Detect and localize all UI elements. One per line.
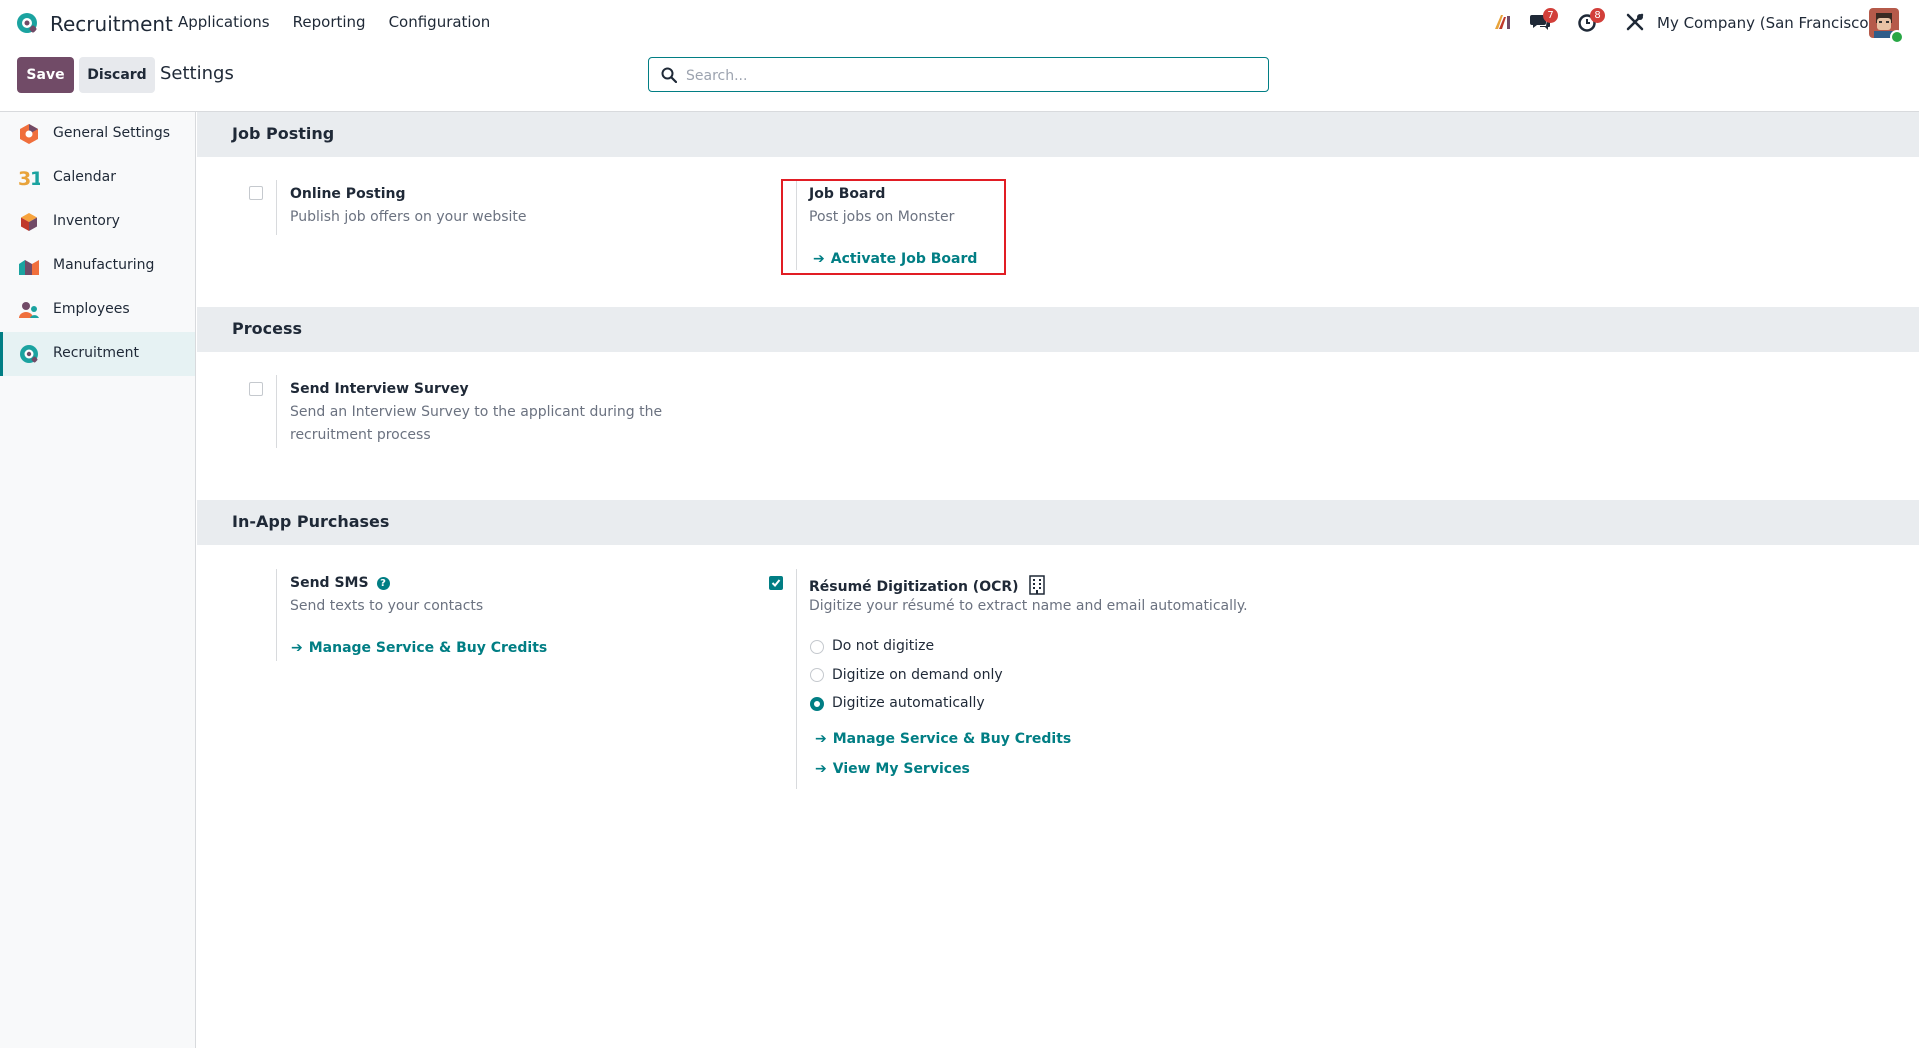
search-box <box>648 57 1269 92</box>
radio-digitize-automatically[interactable] <box>810 697 824 711</box>
app-title[interactable]: Recruitment <box>50 12 173 36</box>
top-navbar: Recruitment Applications Reporting Confi… <box>0 0 1919 45</box>
sidebar-item-recruitment[interactable]: Recruitment <box>0 332 195 376</box>
sidebar-item-general-settings[interactable]: General Settings <box>0 112 195 156</box>
sidebar-item-label: Calendar <box>53 169 116 185</box>
recruitment-app-icon[interactable] <box>15 11 39 35</box>
ocr-description: Digitize your résumé to extract name and… <box>809 598 1248 614</box>
spreadsheet-icon[interactable] <box>1492 11 1514 33</box>
arrow-right-icon: ➔ <box>291 640 303 656</box>
online-status-dot <box>1890 30 1904 44</box>
messages-tray[interactable]: 7 <box>1530 8 1558 33</box>
ocr-checkbox[interactable] <box>769 576 783 590</box>
online-posting-title: Online Posting <box>290 186 406 202</box>
menu-reporting[interactable]: Reporting <box>293 13 366 31</box>
page-title: Settings <box>160 63 234 84</box>
search-icon <box>661 67 677 83</box>
interview-survey-description: Send an Interview Survey to the applican… <box>290 404 663 443</box>
send-sms-title: Send SMS? <box>290 575 390 591</box>
sms-manage-credits-link[interactable]: ➔ Manage Service & Buy Credits <box>291 640 547 656</box>
radio-label: Digitize automatically <box>832 695 985 711</box>
divider <box>796 569 797 789</box>
menu-configuration[interactable]: Configuration <box>389 13 491 31</box>
section-title: In-App Purchases <box>232 512 390 531</box>
ocr-manage-credits-link[interactable]: ➔ Manage Service & Buy Credits <box>815 731 1071 747</box>
link-label: Manage Service & Buy Credits <box>832 731 1072 747</box>
section-header-process: Process <box>197 307 1919 352</box>
radio-do-not-digitize[interactable] <box>810 640 824 654</box>
settings-sidebar: General Settings 3 1 Calendar Inventory … <box>0 112 196 1048</box>
discard-button[interactable]: Discard <box>79 57 155 93</box>
check-icon <box>771 579 781 587</box>
radio-label: Digitize on demand only <box>832 667 1003 683</box>
sidebar-item-label: Employees <box>53 301 130 317</box>
menu-applications[interactable]: Applications <box>178 13 270 31</box>
main-menu: Applications Reporting Configuration <box>178 13 490 31</box>
svg-text:1: 1 <box>30 168 40 189</box>
arrow-right-icon: ➔ <box>815 731 827 747</box>
section-title: Process <box>232 319 302 338</box>
company-switcher[interactable]: My Company (San Francisco) <box>1657 14 1874 32</box>
highlight-box <box>781 179 1006 275</box>
recruitment-icon <box>20 345 38 363</box>
sidebar-item-employees[interactable]: Employees <box>0 288 195 332</box>
calendar-icon: 3 1 <box>18 168 40 189</box>
sidebar-item-label: General Settings <box>53 125 171 141</box>
divider <box>276 569 277 661</box>
activities-tray[interactable]: 8 <box>1577 8 1605 33</box>
search-input[interactable] <box>684 64 1258 88</box>
building-icon <box>1029 575 1046 595</box>
messages-badge: 7 <box>1543 8 1558 23</box>
ocr-label: Résumé Digitization (OCR) <box>809 579 1019 595</box>
radio-label: Do not digitize <box>832 638 935 654</box>
online-posting-description: Publish job offers on your website <box>290 209 527 225</box>
sidebar-item-label: Inventory <box>53 213 120 229</box>
help-icon[interactable]: ? <box>376 577 390 590</box>
link-label: Manage Service & Buy Credits <box>308 640 548 656</box>
interview-survey-checkbox[interactable] <box>249 382 263 396</box>
sidebar-item-calendar[interactable]: 3 1 Calendar <box>0 156 195 200</box>
send-sms-label: Send SMS <box>290 575 369 591</box>
manufacturing-icon <box>19 260 39 275</box>
sidebar-item-inventory[interactable]: Inventory <box>0 200 195 244</box>
interview-survey-title: Send Interview Survey <box>290 381 469 397</box>
employees-icon <box>19 302 39 318</box>
radio-digitize-on-demand[interactable] <box>810 668 824 682</box>
inventory-icon <box>21 213 37 231</box>
send-sms-description: Send texts to your contacts <box>290 598 484 614</box>
general-settings-icon <box>20 124 38 144</box>
activities-badge: 8 <box>1590 8 1605 23</box>
sidebar-item-manufacturing[interactable]: Manufacturing <box>0 244 195 288</box>
section-header-job-posting: Job Posting <box>197 112 1919 157</box>
divider <box>276 375 277 448</box>
save-button[interactable]: Save <box>17 57 74 93</box>
arrow-right-icon: ➔ <box>815 761 827 777</box>
ocr-title: Résumé Digitization (OCR) <box>809 575 1046 595</box>
tools-icon[interactable] <box>1624 11 1646 33</box>
link-label: View My Services <box>832 761 970 777</box>
view-my-services-link[interactable]: ➔ View My Services <box>815 761 970 777</box>
divider <box>276 180 277 235</box>
online-posting-checkbox[interactable] <box>249 186 263 200</box>
section-title: Job Posting <box>232 124 335 143</box>
sidebar-item-label: Manufacturing <box>53 257 155 273</box>
section-header-in-app-purchases: In-App Purchases <box>197 500 1919 545</box>
sidebar-item-label: Recruitment <box>53 345 140 361</box>
